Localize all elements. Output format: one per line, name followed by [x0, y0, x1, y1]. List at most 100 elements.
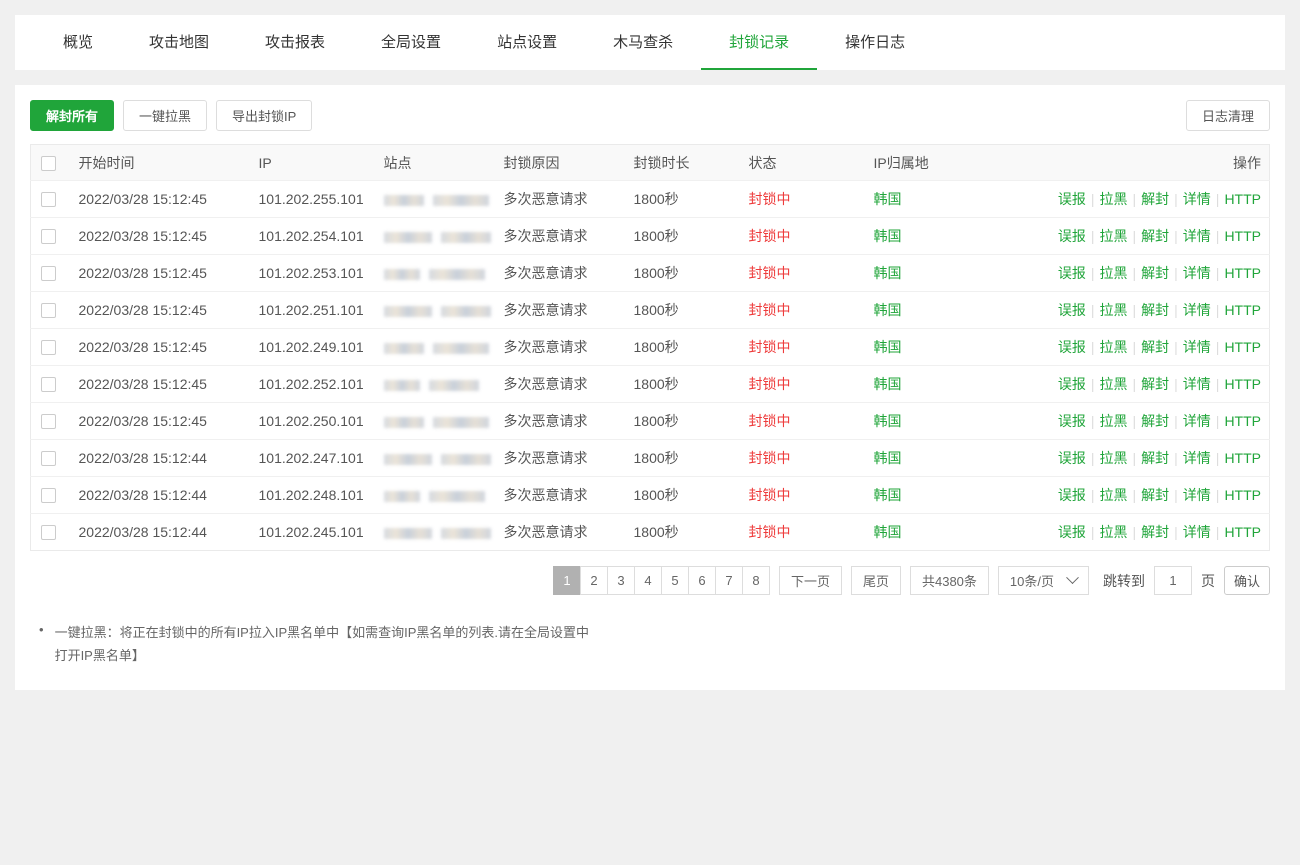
action-link-详情[interactable]: 详情 — [1183, 524, 1211, 540]
action-link-http[interactable]: HTTP — [1224, 302, 1261, 318]
action-link-http[interactable]: HTTP — [1224, 487, 1261, 503]
row-checkbox[interactable] — [41, 303, 56, 318]
row-checkbox[interactable] — [41, 488, 56, 503]
tab-木马查杀[interactable]: 木马查杀 — [585, 15, 701, 70]
action-link-误报[interactable]: 误报 — [1058, 191, 1086, 207]
action-link-解封[interactable]: 解封 — [1141, 487, 1169, 503]
action-link-误报[interactable]: 误报 — [1058, 376, 1086, 392]
action-link-拉黑[interactable]: 拉黑 — [1100, 265, 1128, 281]
action-link-拉黑[interactable]: 拉黑 — [1100, 228, 1128, 244]
tab-站点设置[interactable]: 站点设置 — [469, 15, 585, 70]
action-separator: | — [1091, 302, 1095, 318]
action-link-解封[interactable]: 解封 — [1141, 339, 1169, 355]
action-link-解封[interactable]: 解封 — [1141, 413, 1169, 429]
action-link-http[interactable]: HTTP — [1224, 265, 1261, 281]
page-button-6[interactable]: 6 — [688, 566, 716, 595]
export-blocked-ip-button[interactable]: 导出封锁IP — [216, 100, 312, 131]
action-link-误报[interactable]: 误报 — [1058, 413, 1086, 429]
tab-攻击地图[interactable]: 攻击地图 — [121, 15, 237, 70]
action-link-拉黑[interactable]: 拉黑 — [1100, 191, 1128, 207]
table-row: 2022/03/28 15:12:45 101.202.250.101 多次恶意… — [31, 403, 1270, 440]
action-link-误报[interactable]: 误报 — [1058, 339, 1086, 355]
page-button-8[interactable]: 8 — [742, 566, 770, 595]
action-link-误报[interactable]: 误报 — [1058, 302, 1086, 318]
action-link-拉黑[interactable]: 拉黑 — [1100, 302, 1128, 318]
last-page-button[interactable]: 尾页 — [851, 566, 901, 595]
action-link-详情[interactable]: 详情 — [1183, 339, 1211, 355]
jump-page-input[interactable] — [1154, 566, 1192, 595]
table-row: 2022/03/28 15:12:44 101.202.247.101 多次恶意… — [31, 440, 1270, 477]
action-link-详情[interactable]: 详情 — [1183, 413, 1211, 429]
action-link-解封[interactable]: 解封 — [1141, 228, 1169, 244]
row-actions: 误报|拉黑|解封|详情|HTTP — [1031, 477, 1270, 514]
action-link-拉黑[interactable]: 拉黑 — [1100, 524, 1128, 540]
action-link-解封[interactable]: 解封 — [1141, 265, 1169, 281]
row-checkbox[interactable] — [41, 266, 56, 281]
unban-all-button[interactable]: 解封所有 — [30, 100, 114, 131]
action-link-http[interactable]: HTTP — [1224, 228, 1261, 244]
action-link-误报[interactable]: 误报 — [1058, 228, 1086, 244]
action-link-解封[interactable]: 解封 — [1141, 302, 1169, 318]
row-ip: 101.202.255.101 — [251, 181, 376, 218]
action-link-详情[interactable]: 详情 — [1183, 228, 1211, 244]
action-link-详情[interactable]: 详情 — [1183, 191, 1211, 207]
log-clean-button[interactable]: 日志清理 — [1186, 100, 1270, 131]
action-link-解封[interactable]: 解封 — [1141, 524, 1169, 540]
page-button-5[interactable]: 5 — [661, 566, 689, 595]
next-page-button[interactable]: 下一页 — [779, 566, 842, 595]
action-link-误报[interactable]: 误报 — [1058, 450, 1086, 466]
page-button-3[interactable]: 3 — [607, 566, 635, 595]
row-site-masked — [376, 403, 496, 440]
tab-操作日志[interactable]: 操作日志 — [817, 15, 933, 70]
action-link-拉黑[interactable]: 拉黑 — [1100, 339, 1128, 355]
tab-概览[interactable]: 概览 — [35, 15, 121, 70]
confirm-button[interactable]: 确认 — [1224, 566, 1270, 595]
action-link-详情[interactable]: 详情 — [1183, 487, 1211, 503]
page-button-2[interactable]: 2 — [580, 566, 608, 595]
action-link-http[interactable]: HTTP — [1224, 376, 1261, 392]
page-button-7[interactable]: 7 — [715, 566, 743, 595]
row-checkbox[interactable] — [41, 451, 56, 466]
action-link-误报[interactable]: 误报 — [1058, 265, 1086, 281]
action-separator: | — [1133, 376, 1137, 392]
tab-攻击报表[interactable]: 攻击报表 — [237, 15, 353, 70]
action-link-解封[interactable]: 解封 — [1141, 191, 1169, 207]
action-link-拉黑[interactable]: 拉黑 — [1100, 487, 1128, 503]
page-size-select[interactable]: 10条/页 — [998, 566, 1089, 595]
toolbar: 解封所有 一键拉黑 导出封锁IP 日志清理 — [30, 100, 1270, 131]
tab-全局设置[interactable]: 全局设置 — [353, 15, 469, 70]
row-checkbox[interactable] — [41, 340, 56, 355]
row-checkbox[interactable] — [41, 525, 56, 540]
action-link-解封[interactable]: 解封 — [1141, 450, 1169, 466]
action-link-拉黑[interactable]: 拉黑 — [1100, 376, 1128, 392]
row-checkbox[interactable] — [41, 192, 56, 207]
row-actions: 误报|拉黑|解封|详情|HTTP — [1031, 292, 1270, 329]
page-button-1[interactable]: 1 — [553, 566, 581, 595]
action-link-http[interactable]: HTTP — [1224, 339, 1261, 355]
blacklist-all-button[interactable]: 一键拉黑 — [123, 100, 207, 131]
row-reason: 多次恶意请求 — [496, 403, 626, 440]
select-all-checkbox[interactable] — [41, 156, 56, 171]
action-link-http[interactable]: HTTP — [1224, 450, 1261, 466]
row-checkbox[interactable] — [41, 414, 56, 429]
action-link-解封[interactable]: 解封 — [1141, 376, 1169, 392]
action-link-详情[interactable]: 详情 — [1183, 450, 1211, 466]
tab-封锁记录[interactable]: 封锁记录 — [701, 15, 817, 70]
action-link-拉黑[interactable]: 拉黑 — [1100, 450, 1128, 466]
action-link-误报[interactable]: 误报 — [1058, 524, 1086, 540]
action-link-详情[interactable]: 详情 — [1183, 302, 1211, 318]
action-link-http[interactable]: HTTP — [1224, 524, 1261, 540]
action-link-详情[interactable]: 详情 — [1183, 265, 1211, 281]
row-checkbox[interactable] — [41, 377, 56, 392]
action-separator: | — [1174, 487, 1178, 503]
action-link-详情[interactable]: 详情 — [1183, 376, 1211, 392]
action-link-http[interactable]: HTTP — [1224, 413, 1261, 429]
page-button-4[interactable]: 4 — [634, 566, 662, 595]
action-link-拉黑[interactable]: 拉黑 — [1100, 413, 1128, 429]
action-separator: | — [1174, 265, 1178, 281]
block-records-table: 开始时间 IP 站点 封锁原因 封锁时长 状态 IP归属地 操作 2022/03… — [30, 144, 1270, 551]
row-checkbox[interactable] — [41, 229, 56, 244]
header-ip-location: IP归属地 — [866, 145, 1031, 181]
action-link-http[interactable]: HTTP — [1224, 191, 1261, 207]
action-link-误报[interactable]: 误报 — [1058, 487, 1086, 503]
